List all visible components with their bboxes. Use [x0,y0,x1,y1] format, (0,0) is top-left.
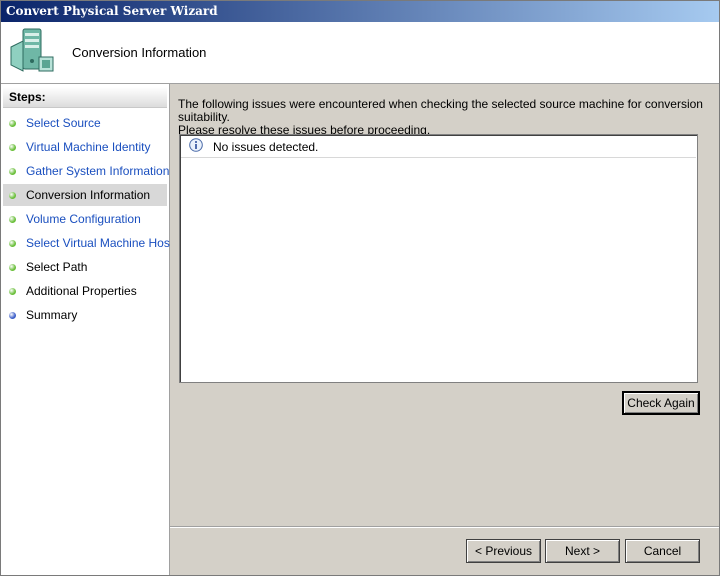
wizard-window: Convert Physical Server Wizard Conversio… [0,0,720,576]
check-again-button[interactable]: Check Again [622,391,700,415]
sidebar-item-label: Conversion Information [26,188,151,202]
step-status-icon [9,264,16,271]
sidebar-item-conversion-information: Conversion Information [3,184,167,206]
step-status-icon [9,168,16,175]
server-wizard-icon [10,28,54,72]
wizard-header: Conversion Information [1,22,719,84]
page-title: Conversion Information [72,45,207,60]
sidebar-item-summary: Summary [3,304,167,326]
step-status-icon [9,144,16,151]
step-status-icon [9,192,16,199]
issue-text: No issues detected. [213,140,319,154]
sidebar-item-label: Select Virtual Machine Host [26,236,174,250]
sidebar-item-label: Gather System Information [26,164,170,178]
check-again-label: Check Again [627,396,695,410]
sidebar-item-select-virtual-machine-host[interactable]: Select Virtual Machine Host [3,232,173,254]
next-button[interactable]: Next > [545,539,620,563]
sidebar-item-gather-system-information[interactable]: Gather System Information [3,160,170,182]
step-status-icon [9,240,16,247]
steps-heading: Steps: [3,87,167,108]
window-title: Convert Physical Server Wizard [6,4,218,18]
previous-button[interactable]: < Previous [466,539,541,563]
list-item[interactable]: No issues detected. [181,136,696,158]
step-status-icon [9,312,16,319]
cancel-button[interactable]: Cancel [625,539,700,563]
sidebar-item-additional-properties: Additional Properties [3,280,167,302]
step-status-icon [9,120,16,127]
wizard-footer: < Previous Next > Cancel [170,527,719,575]
sidebar-item-label: Select Source [26,116,101,130]
instructions-text: The following issues were encountered wh… [178,97,703,137]
step-status-icon [9,216,16,223]
sidebar-item-select-path: Select Path [3,256,167,278]
sidebar-item-label: Volume Configuration [26,212,141,226]
sidebar-item-label: Summary [26,308,78,322]
sidebar-item-select-source[interactable]: Select Source [3,112,167,134]
sidebar-item-label: Additional Properties [26,284,137,298]
info-icon [189,138,203,152]
main-panel: The following issues were encountered wh… [170,84,719,526]
sidebar-item-label: Virtual Machine Identity [26,140,151,154]
issues-list[interactable]: No issues detected. [179,134,698,383]
step-status-icon [9,288,16,295]
sidebar-item-label: Select Path [26,260,88,274]
steps-sidebar: Steps: Select Source Virtual Machine Iden… [1,84,173,575]
sidebar-item-virtual-machine-identity[interactable]: Virtual Machine Identity [3,136,167,158]
title-bar[interactable]: Convert Physical Server Wizard [1,1,719,22]
sidebar-item-volume-configuration[interactable]: Volume Configuration [3,208,167,230]
